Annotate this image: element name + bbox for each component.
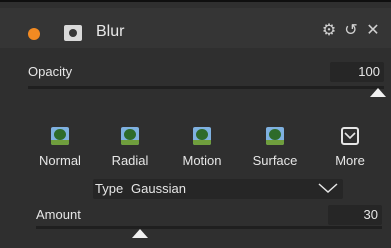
preset-normal[interactable]: Normal [28, 127, 92, 175]
tree-thumbnail-icon [193, 127, 211, 145]
opacity-value-field[interactable]: 100 [330, 62, 384, 82]
panel-title: Blur [96, 23, 125, 40]
preset-label: Normal [39, 153, 81, 168]
tree-thumbnail-icon [121, 127, 139, 145]
preset-label: Motion [182, 153, 222, 168]
amount-slider-thumb[interactable] [131, 229, 148, 238]
amount-value-field[interactable]: 30 [328, 205, 382, 225]
preset-radial[interactable]: Radial [98, 127, 162, 175]
chevron-down-icon [341, 127, 359, 145]
opacity-value: 100 [358, 64, 380, 79]
preset-label: More [335, 153, 365, 168]
undo-icon[interactable]: ↺ [342, 20, 360, 42]
mask-icon[interactable] [64, 25, 82, 41]
amount-value: 30 [363, 207, 378, 222]
preset-more[interactable]: More [318, 127, 382, 175]
tree-thumbnail-icon [266, 127, 284, 145]
gear-icon[interactable]: ⚙ [320, 20, 338, 42]
chevron-down-icon [318, 183, 338, 194]
type-value: Gaussian [131, 181, 186, 196]
preset-label: Surface [252, 153, 298, 168]
tree-thumbnail-icon [51, 127, 69, 145]
preset-motion[interactable]: Motion [170, 127, 234, 175]
enable-toggle-dot[interactable] [28, 28, 40, 40]
preset-surface[interactable]: Surface [243, 127, 307, 175]
preset-label: Radial [111, 153, 149, 168]
opacity-slider-track[interactable] [28, 86, 384, 89]
opacity-slider-thumb[interactable] [370, 88, 386, 97]
opacity-label: Opacity [28, 64, 73, 79]
blur-panel: Blur ⚙ ↺ ✕ Opacity 100 Normal Radial Mot… [0, 0, 391, 248]
type-label: Type [95, 181, 124, 196]
amount-label: Amount [36, 207, 81, 222]
panel-header: Blur ⚙ ↺ ✕ [0, 8, 391, 48]
close-icon[interactable]: ✕ [364, 20, 382, 42]
type-select[interactable]: Type Gaussian [93, 179, 343, 199]
amount-slider-track[interactable] [36, 226, 382, 229]
